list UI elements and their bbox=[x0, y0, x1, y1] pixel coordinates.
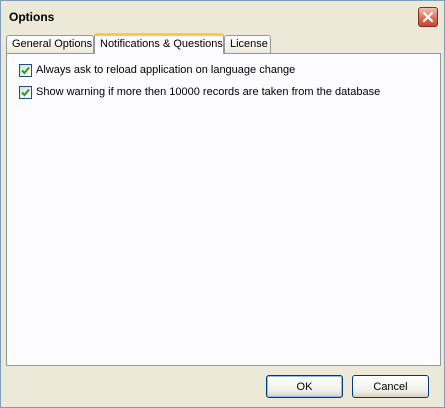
close-icon bbox=[422, 11, 434, 23]
notifications-panel: Always ask to reload application on lang… bbox=[6, 53, 441, 366]
ok-button[interactable]: OK bbox=[266, 375, 343, 398]
option-large-query-warning[interactable]: Show warning if more then 10000 records … bbox=[19, 85, 380, 99]
checkmark-icon bbox=[21, 66, 30, 74]
title-bar[interactable]: Options bbox=[1, 1, 444, 31]
dialog-footer: OK Cancel bbox=[1, 366, 444, 406]
large-query-warning-label: Show warning if more then 10000 records … bbox=[36, 86, 381, 98]
option-reload-on-language-change[interactable]: Always ask to reload application on lang… bbox=[19, 63, 295, 77]
tab-license[interactable]: License bbox=[224, 35, 271, 53]
options-dialog: Options General Options Notifications & … bbox=[0, 0, 445, 408]
window-title: Options bbox=[9, 10, 55, 24]
tab-notifications-questions[interactable]: Notifications & Questions bbox=[94, 33, 224, 54]
reload-on-language-change-checkbox[interactable] bbox=[19, 63, 32, 77]
tab-general-options[interactable]: General Options bbox=[6, 35, 94, 53]
checkmark-icon bbox=[21, 88, 30, 96]
reload-on-language-change-label: Always ask to reload application on lang… bbox=[36, 64, 296, 76]
close-button[interactable] bbox=[418, 7, 438, 27]
large-query-warning-checkbox[interactable] bbox=[19, 85, 32, 99]
cancel-button[interactable]: Cancel bbox=[352, 375, 429, 398]
